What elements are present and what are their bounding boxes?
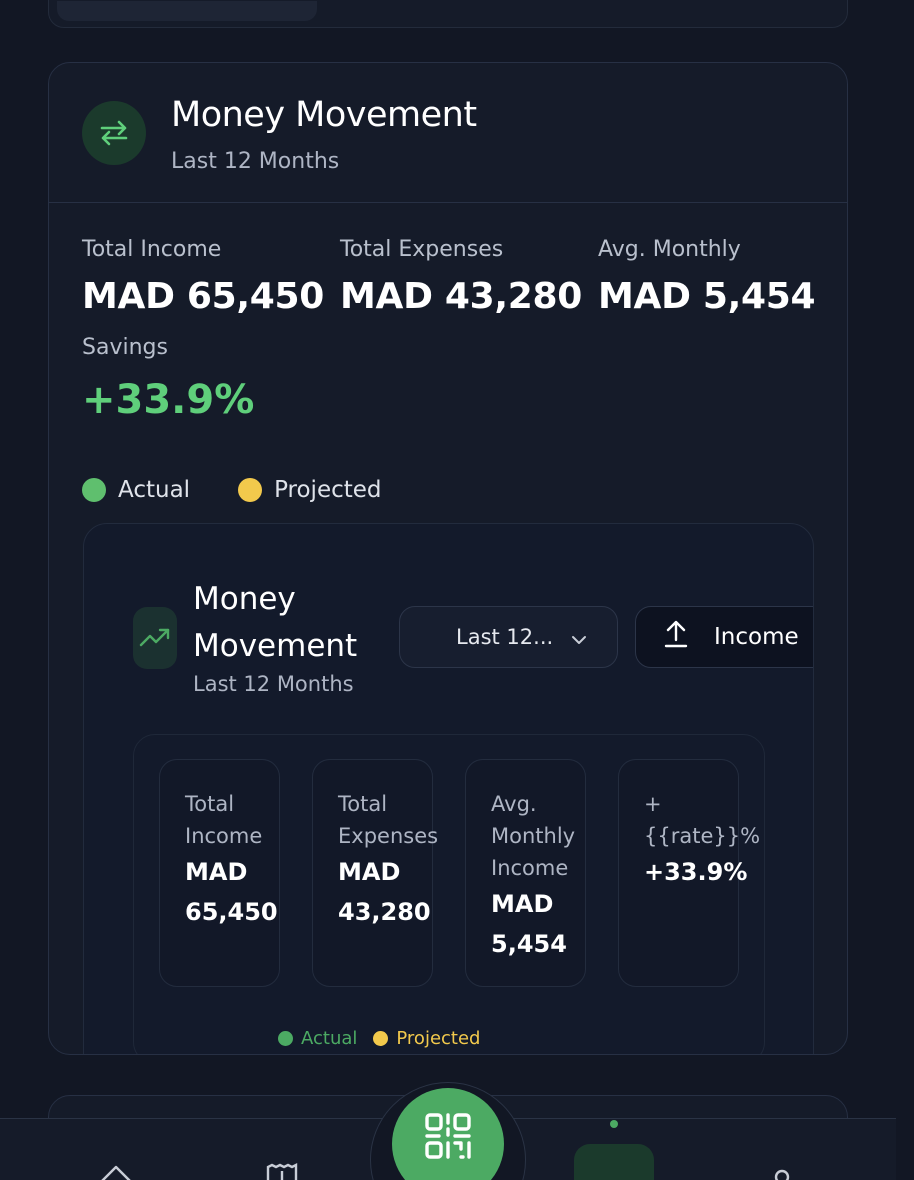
kpi-label: Total Income (185, 792, 263, 848)
stat-total-income: Total Income MAD 65,450 (82, 237, 324, 317)
legend-actual: Actual (82, 477, 190, 503)
legend-actual-label: Actual (118, 477, 191, 503)
widget-legend-projected: Projected (373, 1028, 480, 1049)
savings-value: +33.9% (82, 377, 255, 423)
active-dot (610, 1120, 618, 1128)
stat-value: MAD 5,454 (598, 276, 816, 317)
stat-total-expenses: Total Expenses MAD 43,280 (340, 237, 582, 317)
stat-avg-monthly: Avg. Monthly MAD 5,454 (598, 237, 816, 317)
chart-legend: Actual Projected (82, 477, 430, 503)
stat-label: Total Income (82, 237, 222, 262)
trending-up-icon (133, 607, 177, 669)
embedded-money-movement-widget: Money Movement Last 12 Months Last 12...… (83, 523, 814, 1054)
card-title: Money Movement (171, 95, 477, 135)
kpi-total-expenses: Total Expenses MAD 43,280 (312, 759, 439, 987)
stat-value: MAD 65,450 (82, 276, 325, 317)
chevron-down-icon (571, 629, 587, 653)
income-button[interactable]: Income (635, 606, 813, 668)
card-header: Money Movement Last 12 Months (49, 63, 847, 203)
kpi-label: + {{rate}}% (644, 792, 761, 848)
kpi-total-income: Total Income MAD 65,450 (159, 759, 280, 987)
kpi-label: Total Expenses (338, 792, 439, 848)
kpi-panel: Total Income MAD 65,450 Total Expenses M… (133, 734, 765, 1054)
projected-dot (238, 478, 263, 502)
widget-legend-actual: Actual (278, 1028, 357, 1049)
widget-legend-actual-label: Actual (301, 1028, 358, 1049)
previous-card (48, 0, 848, 28)
receipt-icon[interactable] (266, 1163, 298, 1180)
projected-dot (373, 1031, 389, 1046)
income-button-label: Income (714, 624, 799, 650)
actual-dot (82, 478, 106, 502)
stat-label: Total Expenses (340, 237, 504, 262)
home-icon[interactable] (96, 1163, 136, 1180)
stat-value: MAD 43,280 (340, 276, 583, 317)
kpi-value: MAD 65,450 (185, 858, 278, 926)
kpi-label: Avg. Monthly Income (491, 792, 576, 880)
actual-dot (278, 1031, 293, 1046)
card-subtitle: Last 12 Months (171, 149, 340, 174)
legend-projected: Projected (238, 477, 382, 503)
widget-subtitle: Last 12 Months (193, 672, 354, 696)
widget-title: Money Movement (193, 581, 358, 664)
previous-card-pill (57, 1, 317, 21)
savings-label: Savings (82, 335, 168, 360)
kpi-savings-rate: + {{rate}}% +33.9% (618, 759, 761, 987)
kpi-value: +33.9% (644, 858, 748, 886)
kpi-value: MAD 43,280 (338, 858, 431, 926)
widget-legend-projected-label: Projected (396, 1028, 481, 1049)
profile-icon[interactable] (768, 1167, 796, 1180)
upload-icon (664, 620, 688, 654)
widget-legend: Actual Projected (278, 1028, 496, 1049)
period-select-value: Last 12... (456, 625, 554, 649)
kpi-value: MAD 5,454 (491, 890, 567, 958)
period-select[interactable]: Last 12... (399, 606, 618, 668)
kpi-avg-monthly-income: Avg. Monthly Income MAD 5,454 (465, 759, 586, 987)
analytics-active-indicator (574, 1144, 654, 1180)
qr-code-icon (424, 1112, 472, 1164)
swap-arrows-icon (82, 101, 146, 165)
money-movement-card: Money Movement Last 12 Months Total Inco… (48, 62, 848, 1055)
stat-label: Avg. Monthly (598, 237, 741, 262)
legend-projected-label: Projected (274, 477, 382, 503)
